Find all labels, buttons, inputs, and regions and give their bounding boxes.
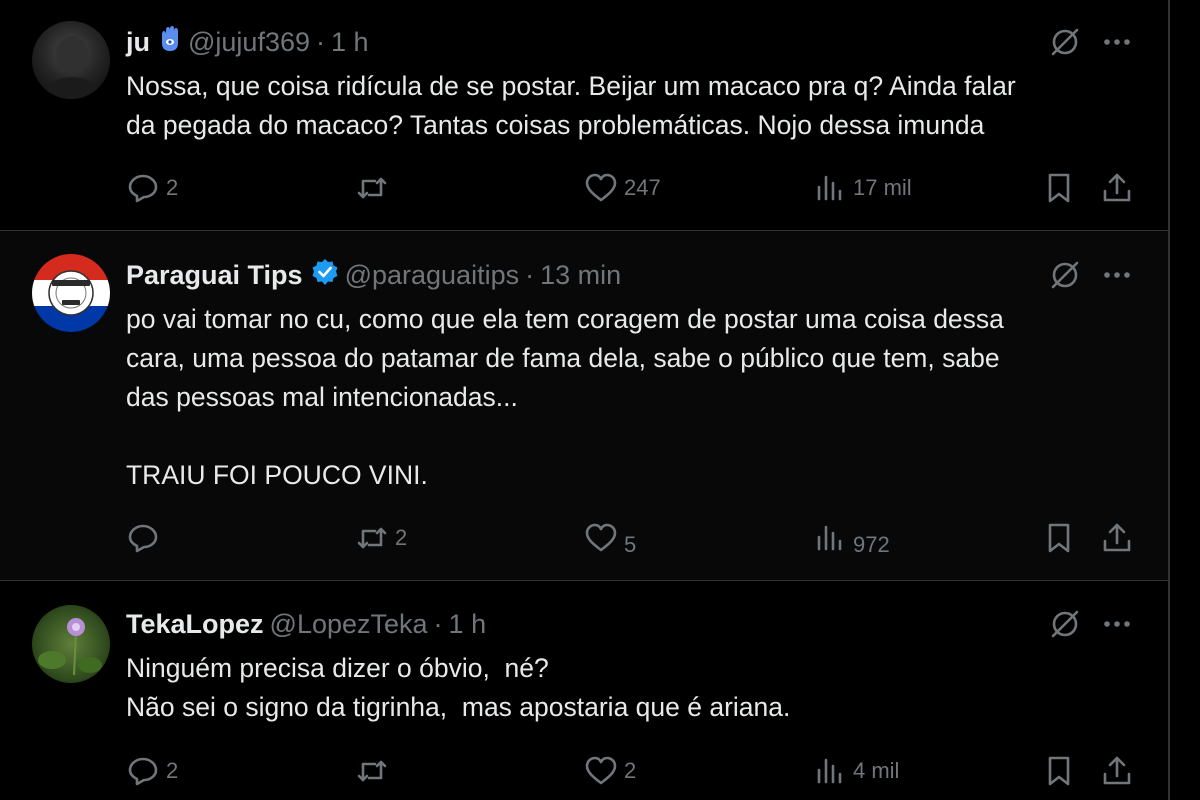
like-button[interactable]: 2 [584, 753, 636, 789]
separator-dot: · [316, 26, 325, 57]
avatar[interactable] [32, 605, 110, 683]
verified-badge-icon [311, 258, 339, 293]
like-icon [585, 173, 617, 202]
feed-border [1168, 0, 1170, 800]
bookmark-button[interactable] [1042, 753, 1076, 789]
like-count: 5 [624, 532, 637, 557]
repost-button[interactable] [355, 170, 395, 206]
tweet-text: po vai tomar no cu, como que ela tem cor… [126, 300, 1136, 495]
author-handle[interactable]: @jujuf369 [188, 27, 310, 58]
tweet-header: Paraguai Tips @paraguaitips · 13 min [126, 257, 621, 293]
like-button[interactable]: 5 [584, 520, 637, 557]
views-button[interactable]: 972 [813, 520, 890, 557]
like-button[interactable]: 247 [584, 170, 661, 206]
bookmark-icon [1048, 523, 1070, 553]
author-name[interactable]: ju [126, 27, 150, 58]
grok-icon[interactable] [1048, 258, 1082, 292]
tweet-text-line: Não sei o signo da tigrinha, mas apostar… [126, 692, 791, 722]
repost-button[interactable]: 2 [355, 520, 407, 556]
timestamp[interactable]: 13 min [540, 260, 621, 291]
like-count: 2 [624, 758, 637, 783]
views-button[interactable]: 4 mil [813, 753, 899, 789]
tweet-text: Ninguém precisa dizer o óbvio, né? Não s… [126, 649, 1136, 727]
tweet-text-blank-line [126, 417, 1136, 456]
bookmark-icon [1048, 173, 1070, 203]
reply-icon [128, 757, 158, 786]
bookmark-button[interactable] [1042, 170, 1076, 206]
share-icon [1103, 756, 1131, 785]
avatar[interactable] [32, 21, 110, 99]
reply-icon [128, 174, 158, 203]
tweet[interactable]: ju @jujuf369 · 1 h Nossa, que coisa ridí… [0, 0, 1168, 230]
reply-button[interactable]: 2 [126, 170, 178, 206]
author-name[interactable]: Paraguai Tips [126, 260, 303, 291]
timestamp[interactable]: 1 h [331, 27, 369, 58]
share-button[interactable] [1100, 170, 1134, 206]
share-icon [1103, 523, 1131, 552]
repost-icon [357, 760, 387, 782]
views-count: 972 [853, 532, 890, 557]
reply-count: 2 [166, 175, 179, 200]
grok-icon[interactable] [1048, 25, 1082, 59]
bookmark-button[interactable] [1042, 520, 1076, 556]
share-button[interactable] [1100, 520, 1134, 556]
repost-button[interactable] [355, 753, 395, 789]
like-icon [585, 523, 617, 552]
separator-dot: · [525, 259, 535, 290]
author-handle[interactable]: @paraguaitips [345, 260, 520, 291]
tweet-text-line: Nossa, que coisa ridícula de se postar. … [126, 71, 1016, 101]
views-icon [817, 525, 842, 551]
tweet[interactable]: Paraguai Tips @paraguaitips · 13 min po … [0, 231, 1168, 580]
reply-button[interactable]: 2 [126, 753, 178, 789]
like-count: 247 [624, 175, 661, 200]
share-button[interactable] [1100, 753, 1134, 789]
tweet-header: ju @jujuf369 · 1 h [126, 24, 369, 60]
views-count: 17 mil [853, 175, 912, 200]
more-icon[interactable] [1100, 25, 1134, 59]
tweet-text: Nossa, que coisa ridícula de se postar. … [126, 67, 1136, 145]
reply-button[interactable] [126, 520, 166, 556]
hamsa-emoji-icon [158, 25, 182, 60]
tweet-text-line: das pessoas mal intencionadas... [126, 382, 518, 412]
tweet-text-line: Ninguém precisa dizer o óbvio, né? [126, 653, 549, 683]
more-icon[interactable] [1100, 607, 1134, 641]
repost-icon [357, 177, 387, 199]
share-icon [1103, 173, 1131, 202]
author-handle[interactable]: @LopezTeka [270, 609, 428, 640]
tweet-text-line: TRAIU FOI POUCO VINI. [126, 460, 428, 490]
reply-count: 2 [166, 758, 179, 783]
timeline-feed: ju @jujuf369 · 1 h Nossa, que coisa ridí… [0, 0, 1168, 800]
views-button[interactable]: 17 mil [813, 170, 912, 206]
tweet-text-line: po vai tomar no cu, como que ela tem cor… [126, 304, 1004, 334]
avatar[interactable] [32, 254, 110, 332]
separator-dot: · [433, 608, 443, 639]
views-count: 4 mil [853, 758, 900, 783]
views-icon [817, 175, 842, 201]
repost-icon [357, 527, 387, 549]
bookmark-icon [1048, 756, 1070, 786]
timestamp[interactable]: 1 h [449, 609, 487, 640]
grok-icon[interactable] [1048, 607, 1082, 641]
author-name[interactable]: TekaLopez [126, 609, 264, 640]
tweet[interactable]: TekaLopez @LopezTeka · 1 h Ninguém preci… [0, 581, 1168, 800]
views-icon [817, 758, 842, 784]
tweet-text-line: cara, uma pessoa do patamar de fama dela… [126, 343, 1000, 373]
like-icon [585, 756, 617, 785]
tweet-text-line: da pegada do macaco? Tantas coisas probl… [126, 110, 985, 140]
repost-count: 2 [395, 525, 408, 550]
reply-icon [128, 524, 158, 553]
more-icon[interactable] [1100, 258, 1134, 292]
tweet-header: TekaLopez @LopezTeka · 1 h [126, 606, 486, 642]
